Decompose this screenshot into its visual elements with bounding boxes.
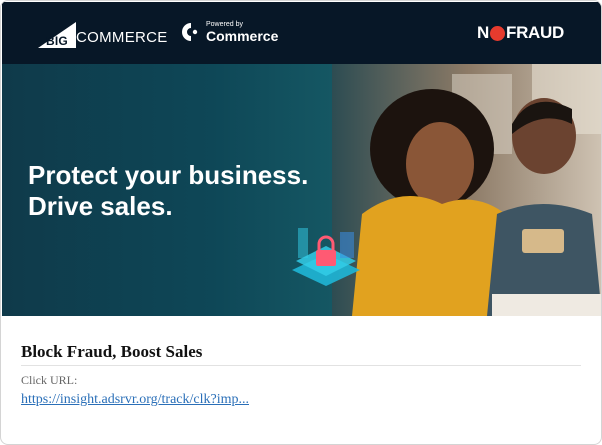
divider: [21, 365, 581, 366]
nofraud-logo-n: N: [477, 23, 489, 42]
ad-banner-image[interactable]: BIG COMMERCE Powered by Commerce N FRAUD: [2, 2, 601, 316]
ad-title: Block Fraud, Boost Sales: [21, 342, 203, 361]
nofraud-logo-icon: [489, 25, 505, 41]
bigcommerce-logo: BIG COMMERCE: [36, 22, 168, 48]
nofraud-logo: N FRAUD: [477, 23, 564, 43]
click-url-link[interactable]: https://insight.adsrvr.org/track/clk?imp…: [21, 392, 249, 408]
ad-card: BIG COMMERCE Powered by Commerce N FRAUD: [0, 0, 602, 445]
nofraud-logo-rest: FRAUD: [505, 23, 564, 42]
bigcommerce-wordmark: COMMERCE: [76, 29, 168, 46]
click-url-label: Click URL:: [21, 373, 78, 387]
bigcommerce-logo-icon: BIG: [36, 22, 76, 48]
couple-shopping-photo: [332, 64, 601, 316]
banner-headline: Protect your business. Drive sales.: [28, 160, 358, 222]
security-lock-icon: [292, 228, 360, 286]
headline-line-2: Drive sales.: [28, 191, 173, 221]
banner-topbar: BIG COMMERCE Powered by Commerce N FRAUD: [2, 2, 601, 64]
powered-by-commerce-logo: Powered by Commerce: [180, 21, 278, 43]
commerce-text: Commerce: [206, 28, 279, 44]
commerce-logo-icon: [182, 23, 198, 41]
headline-line-1: Protect your business.: [28, 160, 309, 190]
powered-by-text: Powered by: [206, 21, 243, 28]
